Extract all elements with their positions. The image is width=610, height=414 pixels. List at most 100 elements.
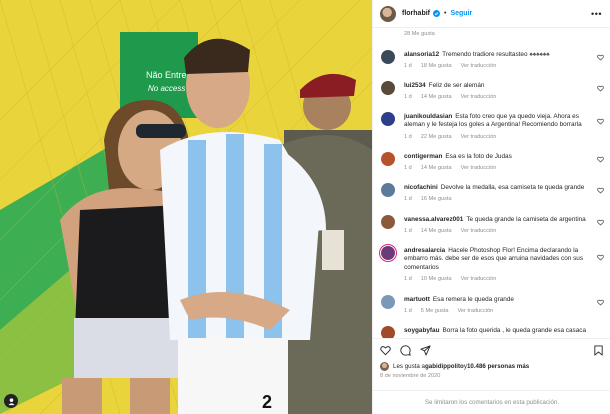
comment-likes[interactable]: 14 Me gusta	[421, 94, 452, 100]
comment-meta: 1 d 14 Me gusta Ver traducción	[404, 94, 505, 100]
comment-likes[interactable]: 14 Me gusta	[421, 228, 452, 234]
more-options-icon[interactable]: •••	[591, 9, 602, 19]
comment-likes[interactable]: 14 Me gusta	[421, 165, 452, 171]
commenter-avatar[interactable]	[381, 81, 395, 95]
tagged-user-icon[interactable]	[4, 394, 18, 408]
comment-time: 1 d	[404, 196, 412, 202]
comment-meta: 1 d 5 Me gusta Ver traducción	[404, 308, 502, 314]
follow-button[interactable]: Seguir	[450, 10, 472, 17]
comment-text: juanikouldasian Esta foto creo que ya que…	[404, 113, 591, 130]
commenter-avatar[interactable]	[381, 326, 395, 338]
liker-avatar[interactable]	[380, 362, 389, 371]
commenter-avatar[interactable]	[381, 50, 395, 64]
save-bookmark-icon[interactable]	[593, 345, 604, 356]
commenter-username[interactable]: contigerman	[404, 153, 442, 160]
translate-link[interactable]: Ver traducción	[461, 276, 497, 282]
commenter-username[interactable]: juanikouldasian	[404, 113, 452, 120]
commenter-username[interactable]: martuott	[404, 296, 430, 303]
like-comment-heart-icon[interactable]	[597, 156, 604, 163]
post-photo[interactable]: Não Entre No access 2	[0, 0, 372, 414]
comment-time: 1 d	[404, 276, 412, 282]
sign-line1: Não Entre	[146, 70, 187, 80]
comment-likes[interactable]: 5 Me gusta	[421, 308, 449, 314]
comment-text: martuott Esa remera le queda grande	[404, 296, 591, 304]
comment-text: alansoria12 Tremendo tradiore resultasteo…	[404, 51, 550, 58]
comment-body: Esa es la foto de Judas	[445, 153, 512, 160]
verified-badge-icon	[433, 10, 440, 17]
comment-meta: 1 d 22 Me gusta Ver traducción	[404, 134, 505, 140]
commenter-avatar[interactable]	[381, 112, 395, 126]
post-side-panel: florhabif • Seguir ••• 28 Me gusta alans…	[372, 0, 610, 414]
likes-prefix: Les gusta a	[393, 363, 425, 370]
comment-text: contigerman Esa es la foto de Judas	[404, 153, 591, 161]
commenter-username[interactable]: nicofachini	[404, 184, 438, 191]
like-comment-heart-icon[interactable]	[597, 299, 604, 306]
commenter-username[interactable]: lui2534	[404, 82, 426, 89]
comment-body: Esa remera le queda grande	[432, 296, 514, 303]
comment-likes[interactable]: 10 Me gusta	[421, 276, 452, 282]
translate-link[interactable]: Ver traducción	[461, 228, 497, 234]
share-send-icon[interactable]	[420, 345, 431, 356]
commenter-avatar[interactable]	[381, 215, 395, 229]
comment-body: Devolve la medalla, esa camiseta te qued…	[440, 184, 585, 191]
like-comment-heart-icon[interactable]	[597, 118, 604, 125]
comment-text: lui2534 Feliz de ser alemán	[404, 82, 591, 90]
like-comment-heart-icon[interactable]	[597, 187, 604, 194]
prev-comment-likes[interactable]: 28 Me gusta	[404, 31, 435, 37]
comment-body: Feliz de ser alemán	[428, 82, 485, 89]
post-action-bar	[373, 338, 610, 360]
comment-meta: 1 d 18 Me gusta Ver traducción	[404, 63, 505, 69]
comments-limited-notice: Se limitaron los comentarios en esta pub…	[373, 390, 610, 414]
comment-meta: 1 d 14 Me gusta Ver traducción	[404, 165, 505, 171]
translate-link[interactable]: Ver traducción	[457, 308, 493, 314]
comment-body: Tremendo tradiore resultasteo	[442, 51, 528, 58]
likes-count[interactable]: 10.486 personas más	[467, 363, 529, 370]
svg-text:2: 2	[262, 392, 272, 412]
like-comment-heart-icon[interactable]	[597, 219, 604, 226]
instagram-post-view: Não Entre No access 2 florhabif • Seguir…	[0, 0, 610, 414]
author-avatar[interactable]	[380, 5, 396, 22]
translate-link[interactable]: Ver traducción	[461, 134, 497, 140]
comment-likes[interactable]: 22 Me gusta	[421, 134, 452, 140]
comment-meta: 1 d 14 Me gusta Ver traducción	[404, 228, 505, 234]
comment-meta: 1 d 16 Me gusta	[404, 196, 461, 202]
translate-link[interactable]: Ver traducción	[461, 63, 497, 69]
commenter-username[interactable]: soygabyfau	[404, 327, 440, 334]
comment-time: 1 d	[404, 63, 412, 69]
comment-time: 1 d	[404, 94, 412, 100]
comment-meta: 1 d 10 Me gusta Ver traducción	[404, 276, 505, 282]
like-comment-heart-icon[interactable]	[597, 85, 604, 92]
commenter-avatar[interactable]	[381, 295, 395, 309]
prev-comment-meta: 28 Me gusta	[404, 31, 444, 37]
comment-body: Borra la foto querida , le queda grande …	[442, 327, 587, 334]
translate-link[interactable]: Ver traducción	[461, 165, 497, 171]
comment-text: andresalarcia Hacele Photoshop Flor! Enci…	[404, 247, 591, 272]
comment-likes[interactable]: 18 Me gusta	[421, 63, 452, 69]
post-date[interactable]: 8 de noviembre de 2020	[380, 373, 440, 379]
comment-time: 1 d	[404, 165, 412, 171]
like-heart-icon[interactable]	[380, 345, 391, 356]
comment-time: 1 d	[404, 228, 412, 234]
comment-time: 1 d	[404, 308, 412, 314]
commenter-avatar[interactable]	[381, 152, 395, 166]
commenter-avatar[interactable]	[381, 183, 395, 197]
like-comment-heart-icon[interactable]	[597, 54, 604, 61]
commenter-username[interactable]: vanessa.alvarez001	[404, 216, 463, 223]
header-separator: •	[444, 10, 447, 17]
liker-username[interactable]: gabidippolito	[425, 363, 464, 370]
comment-text: nicofachini Devolve la medalla, esa camis…	[404, 184, 591, 192]
comment-likes[interactable]: 16 Me gusta	[421, 196, 452, 202]
comment-text: vanessa.alvarez001 Te queda grande la cam…	[404, 216, 591, 224]
like-comment-heart-icon[interactable]	[597, 254, 604, 261]
commenter-avatar[interactable]	[381, 246, 395, 260]
sign-line2: No access	[148, 84, 185, 93]
comment-bubble-icon[interactable]	[400, 345, 411, 356]
author-username[interactable]: florhabif	[402, 10, 430, 17]
translate-link[interactable]: Ver traducción	[461, 94, 497, 100]
comments-list[interactable]: 28 Me gusta alansoria12 Tremendo tradiore…	[373, 28, 610, 338]
photo-scene: Não Entre No access 2	[0, 0, 372, 414]
likes-summary: Les gusta a gabidippolito y 10.486 perso…	[380, 362, 529, 371]
commenter-username[interactable]: alansoria12	[404, 51, 439, 58]
comment-text: soygabyfau Borra la foto querida , le que…	[404, 327, 591, 335]
commenter-username[interactable]: andresalarcia	[404, 247, 445, 254]
